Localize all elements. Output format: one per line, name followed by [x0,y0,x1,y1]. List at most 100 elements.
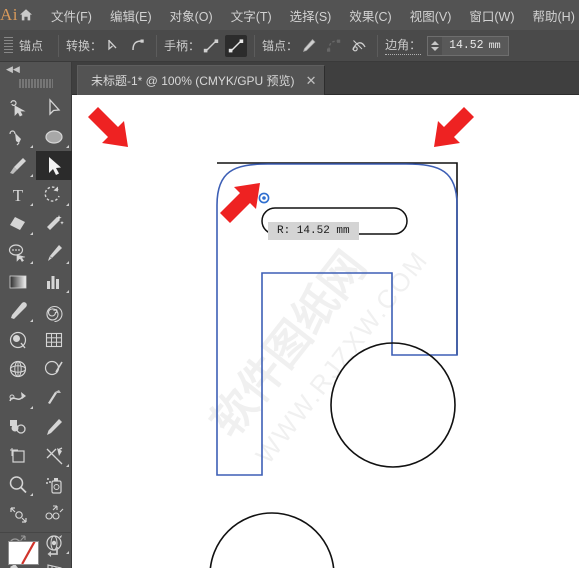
tool-flyout-indicator [30,203,33,206]
note-head-circles [209,342,456,568]
default-fill-stroke-icon[interactable] [44,543,62,561]
tool-shape-builder[interactable] [36,354,72,383]
tool-artboard[interactable] [0,441,36,470]
tool-grid: T [0,93,72,568]
convert-to-corner-button[interactable] [102,35,124,57]
close-icon[interactable]: ✕ [306,74,317,87]
stepper-arrows[interactable] [428,36,443,55]
corner-label: 边角： [385,36,422,55]
menu-view[interactable]: 视图(V) [401,2,461,29]
tool-column-graph[interactable] [36,267,72,296]
menu-help[interactable]: 帮助(H) [524,2,579,29]
tool-free-transform[interactable] [36,499,72,528]
control-bar-grip[interactable] [4,36,13,55]
anchors-label: 锚点： [262,39,299,53]
tool-flyout-indicator [30,232,33,235]
tool-pen[interactable] [36,238,72,267]
arrow-corner-widget [220,183,260,223]
tool-gradient[interactable] [0,267,36,296]
tool-lasso[interactable] [0,238,36,267]
artwork-layer [88,107,474,568]
control-divider-1 [58,34,60,57]
anchors-button-group [298,35,370,57]
tool-grid[interactable] [36,325,72,354]
hide-handles-button[interactable] [225,34,248,57]
svg-text:T: T [13,186,24,205]
tool-zoom[interactable] [0,470,36,499]
tool-shaper[interactable] [0,93,36,122]
menu-file[interactable]: 文件(F) [42,2,101,29]
tool-magic-wand[interactable] [36,209,72,238]
artboard-canvas[interactable]: 软件图纸网 WWW.RJZXW.COM R: 14.52 mm [72,95,579,568]
connect-anchors-button[interactable] [323,35,345,57]
document-tab-title: 未标题-1* @ 100% (CMYK/GPU 预览) [91,74,295,88]
tool-flyout-indicator [30,493,33,496]
arrow-top-left [88,107,128,147]
fill-swatch[interactable] [8,541,39,565]
tool-width[interactable] [36,383,72,412]
tool-flyout-indicator [30,145,33,148]
tools-panel: ◀◀ T [0,62,72,568]
control-divider-3 [254,34,256,57]
menu-select[interactable]: 选择(S) [281,2,341,29]
home-icon[interactable] [18,0,34,30]
arrow-top-right [434,107,474,147]
tools-panel-grip[interactable] [18,77,53,89]
handles-label: 手柄： [164,39,201,53]
tool-scale[interactable] [0,499,36,528]
menu-edit[interactable]: 编辑(E) [101,2,161,29]
menu-object[interactable]: 对象(O) [161,2,222,29]
tool-flyout-indicator [30,261,33,264]
tool-flyout-indicator [30,406,33,409]
menu-effect[interactable]: 效果(C) [340,2,400,29]
tool-direct-selection[interactable] [36,93,72,122]
cut-path-at-anchor-button[interactable] [348,35,370,57]
tool-flyout-indicator [66,203,69,206]
document-tab-bar: 未标题-1* @ 100% (CMYK/GPU 预览) ✕ [72,62,579,95]
corner-widget[interactable] [258,192,270,204]
tool-pencil[interactable] [36,412,72,441]
convert-label: 转换： [66,39,103,53]
tool-flyout-indicator [30,174,33,177]
convert-to-smooth-button[interactable] [127,35,149,57]
corner-radius-tooltip: R: 14.52 mm [268,222,359,240]
ai-logo: Ai [0,5,18,24]
selected-path[interactable] [216,163,458,476]
tool-eyedropper[interactable] [0,296,36,325]
corner-radius-unit: mm [488,41,501,52]
control-divider-2 [156,34,158,57]
tool-flyout-indicator [66,290,69,293]
remove-anchor-button[interactable] [298,35,320,57]
tool-scissors[interactable] [36,441,72,470]
tool-spiral[interactable] [36,296,72,325]
tool-type[interactable]: T [0,180,36,209]
stepper-up-icon[interactable] [431,40,440,45]
control-divider-4 [377,34,379,57]
tool-blob-brush[interactable] [0,325,36,354]
control-bar-title: 锚点 [19,39,44,53]
collapse-panel-icon[interactable]: ◀◀ [0,62,71,76]
tool-flyout-indicator [66,261,69,264]
corner-radius-input[interactable]: 14.52 mm [442,39,508,52]
show-handles-button[interactable] [200,35,222,57]
tool-selection[interactable] [36,151,72,180]
tool-ellipse[interactable] [36,122,72,151]
menu-item-list: 文件(F) 编辑(E) 对象(O) 文字(T) 选择(S) 效果(C) 视图(V… [42,2,579,29]
tool-rotate[interactable] [36,180,72,209]
fill-stroke-swatches [0,532,72,568]
stepper-down-icon[interactable] [431,46,440,51]
document-tab[interactable]: 未标题-1* @ 100% (CMYK/GPU 预览) ✕ [77,65,326,95]
tool-flyout-indicator [66,145,69,148]
tool-paintbrush[interactable] [0,151,36,180]
tool-eraser[interactable] [0,209,36,238]
handles-button-group [200,34,248,57]
tool-symbol-sprayer[interactable] [36,470,72,499]
tool-shapes[interactable] [0,412,36,441]
tool-flyout-indicator [30,319,33,322]
menu-window[interactable]: 窗口(W) [460,2,523,29]
menu-type[interactable]: 文字(T) [222,2,281,29]
corner-radius-stepper[interactable]: 14.52 mm [427,35,509,56]
tool-curvature[interactable] [0,122,36,151]
tool-mesh[interactable] [0,354,36,383]
tool-warp[interactable] [0,383,36,412]
